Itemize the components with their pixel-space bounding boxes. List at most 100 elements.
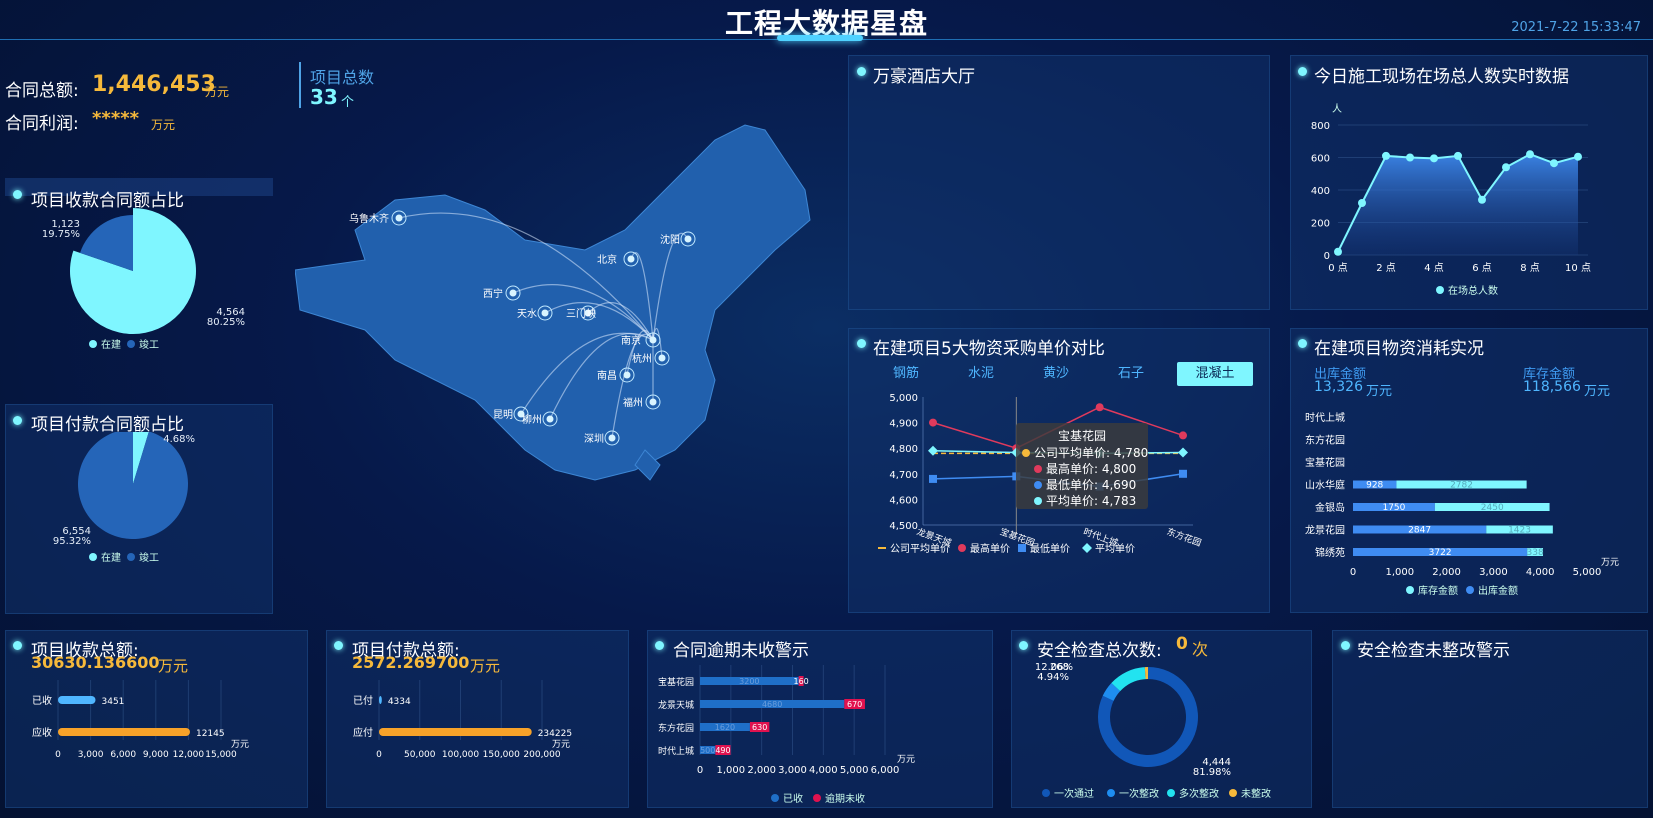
point [1095, 403, 1104, 412]
data-point [1406, 153, 1414, 162]
tooltip-dot-max-icon [1034, 465, 1042, 473]
tab-2[interactable]: 黄沙 [1018, 362, 1094, 386]
tooltip-row-max: 最高单价: 4,800 [1046, 462, 1137, 476]
city-label-6: 南京 [621, 334, 641, 347]
bar-label: 338 [1527, 548, 1544, 558]
contract-profit-value: ***** [92, 108, 140, 129]
x-axis-unit: 万元 [552, 740, 570, 750]
price-tooltip: 宝基花园 公司平均单价: 4,780 最高单价: 4,800 最低单价: 4,6… [1016, 423, 1148, 509]
city-label-0: 乌鲁木齐 [349, 212, 389, 225]
data-point [1502, 163, 1510, 172]
receipt-total-value: 30630.136600 [31, 653, 160, 672]
x-tick-label: 10 点 [1565, 262, 1591, 274]
bar-label: 630 [752, 723, 767, 732]
legend-dot-0-icon [89, 553, 97, 561]
x-tick-label: 15,000 [205, 750, 237, 760]
route-12 [611, 333, 654, 439]
legend-label: 已收 [783, 792, 803, 805]
contract-total-label: 合同总额: [5, 81, 79, 101]
x-tick-label: 12,000 [173, 750, 205, 760]
legend-dot-icon [813, 794, 821, 802]
point [1178, 447, 1188, 458]
contract-profit-label: 合同利润: [5, 114, 79, 134]
data-point [1382, 151, 1390, 160]
bar-value: 234225 [538, 729, 572, 739]
onsite-chart: 人 0 200 400 600 800 0 点 2 点 4 点 6 点 8 点 10 点在场总人数 [1311, 103, 1591, 297]
tab-0[interactable]: 钢筋 [868, 362, 944, 386]
data-point [1430, 154, 1438, 163]
x-tick-label: 1,000 [1385, 567, 1414, 578]
hotel-dot-icon [857, 67, 866, 76]
y-tick-label: 4,500 [889, 521, 918, 532]
x-tick-label: 4,000 [1526, 567, 1555, 578]
pie-label-1: 95.32% [53, 536, 91, 547]
tab-1[interactable]: 水泥 [943, 362, 1019, 386]
city-label-5: 三门峡 [566, 307, 596, 320]
y-axis-unit: 人 [1332, 103, 1342, 115]
y-tick-label: 金银岛 [1315, 501, 1345, 514]
x-tick-label: 2,000 [1432, 567, 1461, 578]
x-tick-label: 100,000 [442, 750, 479, 760]
payment-total-unit: 万元 [470, 657, 501, 675]
y-tick-label: 5,000 [889, 393, 918, 404]
bar-label: 1750 [1382, 503, 1405, 513]
bar-label: 670 [847, 700, 862, 709]
legend-icon [1082, 543, 1092, 553]
legend-label-3: 未整改 [1241, 787, 1271, 800]
tooltip-dot-min-icon [1034, 481, 1042, 489]
tab-3[interactable]: 石子 [1093, 362, 1169, 386]
legend-label: 逾期未收 [825, 792, 865, 805]
x-tick-label: 50,000 [404, 750, 436, 760]
hotel-panel [848, 55, 1270, 310]
x-tick-label: 0 点 [1328, 262, 1348, 274]
y-tick-label: 800 [1311, 121, 1330, 132]
out-amount-value: 13,326 [1314, 379, 1363, 395]
bar-label: 2450 [1481, 503, 1504, 513]
y-tick-label: 东方花园 [658, 722, 694, 734]
bar-label: 1620 [715, 723, 735, 732]
legend-dot-1-icon [127, 340, 135, 348]
bar [379, 696, 382, 704]
bar-value: 12145 [196, 729, 225, 739]
city-marker-icon [623, 371, 631, 379]
overdue-dot-icon [655, 641, 664, 650]
route-0 [398, 212, 654, 341]
x-tick-label: 6,000 [871, 765, 900, 776]
bar [58, 696, 96, 704]
project-count-marker [299, 62, 301, 108]
point [1179, 431, 1187, 440]
city-marker-icon [649, 398, 657, 406]
tab-4[interactable]: 混凝土 [1177, 362, 1253, 386]
legend-label: 出库金额 [1478, 584, 1518, 597]
legend-label-2: 最低单价 [1030, 542, 1070, 555]
y-tick-label: 4,800 [889, 444, 918, 455]
city-marker-icon [627, 255, 635, 263]
receipt-total-unit: 万元 [158, 657, 189, 675]
point [929, 418, 937, 427]
y-axis-unit: 元 [916, 385, 925, 386]
safety-total-unit: 次 [1192, 640, 1209, 659]
hotel-title: 万豪酒店大厅 [873, 67, 975, 87]
city-marker-icon [608, 434, 616, 442]
point [929, 474, 937, 483]
stock-amount-value: 118,566 [1523, 379, 1581, 395]
contract-total-unit: 万元 [205, 85, 230, 99]
legend-dot-icon [1107, 789, 1115, 797]
bar-value: 4334 [388, 697, 411, 707]
data-point [1526, 150, 1534, 159]
x-tick-label: 0 [376, 750, 382, 760]
route-1 [652, 232, 689, 341]
x-tick-label: 3,000 [78, 750, 104, 760]
x-tick-label: 6 点 [1472, 262, 1492, 274]
payment-total-dot-icon [334, 641, 343, 650]
y-tick-label: 200 [1311, 219, 1330, 230]
x-tick-label: 0 [1350, 567, 1356, 578]
payment-pie-chart: 3224.68%6,55495.32%在建竣工 [53, 432, 195, 564]
datetime: 2021-7-22 15:33:47 [1511, 20, 1641, 35]
safety-total-dot-icon [1019, 641, 1028, 650]
legend-label: 库存金额 [1418, 584, 1458, 597]
bar-label: 1423 [1508, 526, 1531, 536]
material-consume-dot-icon [1298, 339, 1307, 348]
city-marker-icon [395, 214, 403, 222]
receipt-pie-chart: 4,56480.25%1,12319.75%在建 竣工 [42, 208, 245, 351]
